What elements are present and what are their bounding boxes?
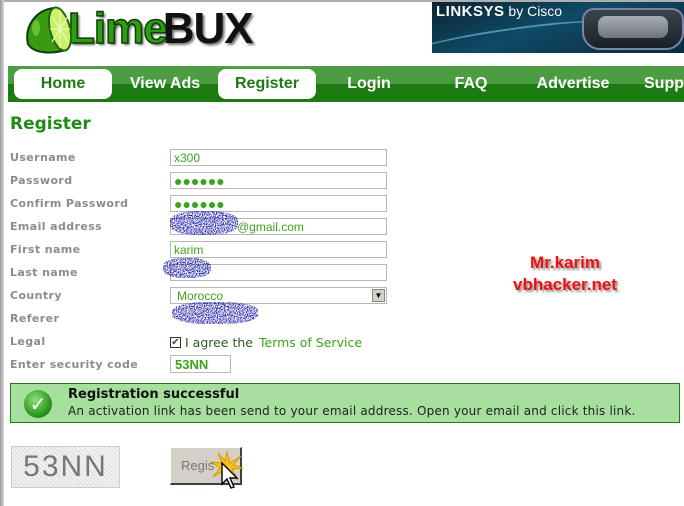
- nav-login[interactable]: Login: [320, 69, 418, 99]
- alert-message: An activation link has been send to your…: [68, 404, 636, 418]
- nav-register[interactable]: Register: [218, 69, 316, 99]
- left-border: [0, 0, 4, 506]
- nav-support[interactable]: Supp: [626, 69, 684, 99]
- label-email: Email address: [10, 220, 103, 233]
- password-input[interactable]: ●●●●●●: [170, 172, 387, 189]
- country-value: Morocco: [177, 289, 224, 303]
- nav-home[interactable]: Home: [14, 69, 112, 99]
- label-country: Country: [10, 289, 62, 302]
- label-legal: Legal: [10, 335, 46, 348]
- redaction-last-name: [163, 258, 211, 278]
- label-confirm-password: Confirm Password: [10, 197, 129, 210]
- alert-title: Registration successful: [68, 387, 240, 402]
- security-code-input[interactable]: 53NN: [170, 355, 231, 373]
- mouse-cursor-icon: [221, 462, 239, 489]
- ad-brand-name: LINKSYS: [436, 3, 505, 20]
- ad-tagline: by Cisco: [505, 3, 563, 19]
- watermark-line1: Mr.karim: [530, 253, 600, 272]
- chevron-down-icon[interactable]: ▼: [372, 289, 385, 302]
- confirm-password-input[interactable]: ●●●●●●: [170, 195, 387, 212]
- terms-of-service-link[interactable]: Terms of Service: [259, 335, 362, 350]
- site-logo[interactable]: Lime BUX: [22, 2, 254, 56]
- nav-advertise[interactable]: Advertise: [524, 69, 622, 99]
- captcha-image: 53NN: [11, 446, 120, 488]
- label-password: Password: [10, 174, 73, 187]
- ad-brand: LINKSYS by Cisco: [436, 3, 562, 20]
- logo-text-bux: BUX: [162, 4, 254, 53]
- legal-text: I agree the: [185, 335, 253, 350]
- label-username: Username: [10, 151, 76, 164]
- redaction-email: [170, 211, 238, 235]
- label-security-code: Enter security code: [10, 358, 139, 371]
- watermark-line2: vbhacker.net: [513, 275, 617, 294]
- legal-row: ✔ I agree the Terms of Service: [170, 335, 362, 350]
- watermark: Mr.karim vbhacker.net: [480, 252, 650, 296]
- lime-icon: [22, 4, 72, 54]
- label-last-name: Last name: [10, 266, 78, 279]
- ad-banner[interactable]: LINKSYS by Cisco: [432, 2, 684, 53]
- main-nav: Home View Ads Register Login FAQ Adverti…: [8, 66, 684, 102]
- terms-checkbox[interactable]: ✔: [170, 337, 181, 348]
- checkmark-icon: ✓: [24, 390, 52, 418]
- label-first-name: First name: [10, 243, 81, 256]
- page-title: Register: [10, 114, 91, 134]
- success-alert: ✓ Registration successful An activation …: [10, 383, 680, 423]
- nav-view-ads[interactable]: View Ads: [116, 69, 214, 99]
- label-referer: Referer: [10, 312, 60, 325]
- ad-tagline-text: by Cisco: [508, 3, 563, 19]
- nav-faq[interactable]: FAQ: [422, 69, 520, 99]
- router-face: [598, 16, 668, 38]
- redaction-referer: [172, 302, 258, 324]
- username-input[interactable]: x300: [170, 149, 387, 166]
- logo-text-lime: Lime: [67, 3, 168, 54]
- first-name-input[interactable]: karim: [170, 241, 387, 258]
- router-image: [582, 8, 684, 50]
